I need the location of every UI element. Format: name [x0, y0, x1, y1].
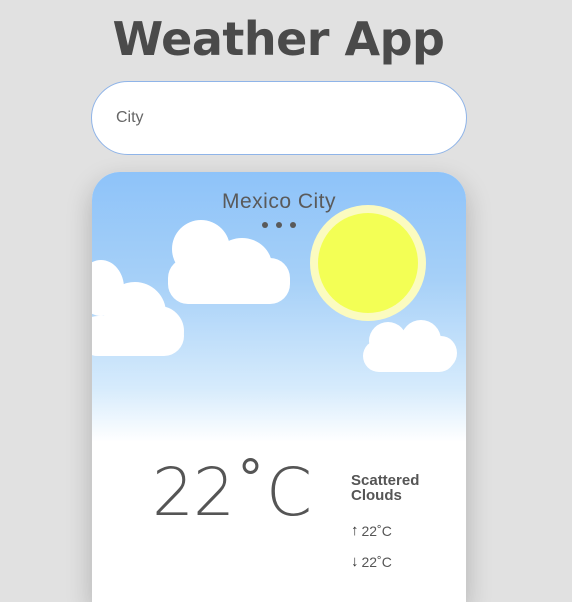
temp-low-value: 22˚C	[361, 553, 392, 570]
dot	[290, 222, 296, 228]
sun-icon	[318, 213, 418, 313]
more-options-icon[interactable]	[262, 221, 296, 229]
arrow-up-icon: ↑	[351, 522, 359, 539]
app-title: Weather App	[112, 12, 445, 66]
dot	[262, 222, 268, 228]
weather-card: Mexico City 22˚C Scattered Clouds ↑ 22˚C…	[92, 172, 466, 602]
temp-high-value: 22˚C	[361, 522, 392, 539]
cloud-icon	[363, 318, 459, 374]
weather-description: Scattered Clouds	[351, 472, 420, 504]
temp-low: ↓ 22˚C	[351, 553, 392, 570]
cloud-icon	[92, 260, 188, 356]
temp-high: ↑ 22˚C	[351, 522, 392, 539]
dot	[276, 222, 282, 228]
current-temperature: 22˚C	[152, 454, 312, 531]
city-search-input[interactable]	[91, 81, 467, 155]
city-name: Mexico City	[221, 190, 337, 213]
arrow-down-icon: ↓	[351, 553, 359, 570]
